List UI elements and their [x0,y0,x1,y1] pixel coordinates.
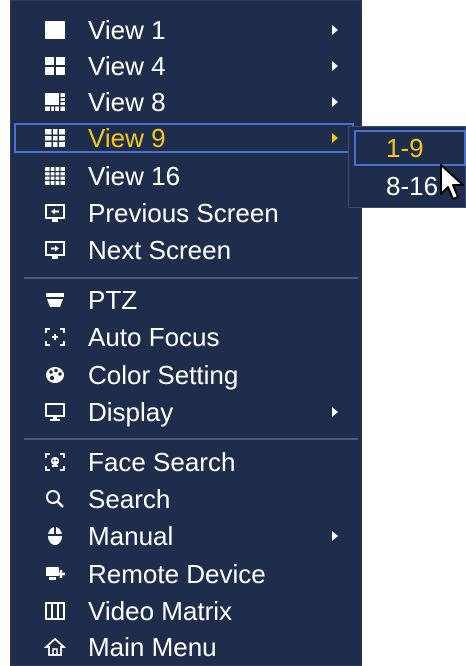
menu-item-next-screen[interactable]: Next Screen [10,233,362,267]
menu-item-face-search[interactable]: Face Search [10,445,362,479]
menu-divider [24,438,358,440]
color-setting-icon [44,365,66,385]
menu-item-label: Face Search [88,447,236,477]
menu-item-label: Main Menu [88,632,217,662]
display-icon [44,402,66,422]
menu-item-color-setting[interactable]: Color Setting [10,358,362,392]
search-icon [44,489,66,509]
view-8-icon [44,92,66,112]
menu-item-label: View 1 [88,15,166,45]
menu-item-label: View 4 [88,51,166,81]
menu-item-ptz[interactable]: PTZ [10,283,362,317]
main-menu-icon [44,637,66,657]
menu-item-label: Manual [88,521,174,551]
previous-screen-icon [44,203,66,223]
view-16-icon [44,166,66,186]
submenu-arrow-icon [332,25,338,35]
ptz-icon [44,290,66,310]
menu-item-manual[interactable]: Manual [10,519,362,553]
menu-item-label: View 9 [88,123,166,153]
view-9-icon [44,128,66,148]
menu-item-main-menu[interactable]: Main Menu [10,630,362,664]
menu-item-view-9[interactable]: View 9 [10,121,362,155]
menu-item-label: Remote Device [88,559,266,589]
remote-device-icon [44,564,66,584]
menu-item-label: PTZ [88,285,138,315]
menu-item-video-matrix[interactable]: Video Matrix [10,594,362,628]
menu-item-view-1[interactable]: View 1 [10,13,362,47]
submenu-item-label: 8-16 [386,171,439,201]
video-matrix-icon [44,601,66,621]
menu-item-label: View 16 [88,161,181,191]
menu-item-previous-screen[interactable]: Previous Screen [10,196,362,230]
view-1-icon [44,20,66,40]
submenu-arrow-icon [332,61,338,71]
menu-item-search[interactable]: Search [10,482,362,516]
submenu-item-1-9[interactable]: 1-9 [348,131,466,165]
mouse-cursor-icon [439,163,466,210]
menu-item-label: Next Screen [88,235,232,265]
submenu-arrow-icon [332,531,338,541]
context-menu: View 1 View 4 View 8 View 9 View 16 Prev [10,0,362,666]
menu-item-display[interactable]: Display [10,395,362,429]
menu-item-view-4[interactable]: View 4 [10,49,362,83]
menu-item-label: Video Matrix [88,596,233,626]
menu-item-remote-device[interactable]: Remote Device [10,557,362,591]
submenu-item-label: 1-9 [386,133,424,163]
menu-item-label: Auto Focus [88,322,220,352]
menu-item-view-16[interactable]: View 16 [10,159,362,193]
manual-icon [44,526,66,546]
menu-item-label: View 8 [88,87,166,117]
menu-item-label: Color Setting [88,360,239,390]
auto-focus-icon [44,327,66,347]
view-4-icon [44,56,66,76]
menu-item-label: Previous Screen [88,198,279,228]
menu-item-view-8[interactable]: View 8 [10,85,362,119]
next-screen-icon [44,240,66,260]
menu-item-label: Search [88,484,171,514]
submenu-arrow-icon [332,407,338,417]
face-search-icon [44,452,66,472]
menu-item-label: Display [88,397,174,427]
menu-item-auto-focus[interactable]: Auto Focus [10,320,362,354]
submenu-arrow-icon [332,133,338,143]
submenu-arrow-icon [332,97,338,107]
menu-divider [24,277,358,279]
